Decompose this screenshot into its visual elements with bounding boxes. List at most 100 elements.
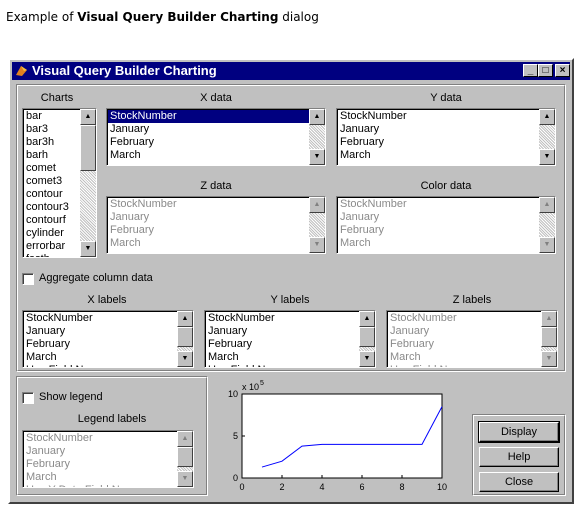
x-labels-list[interactable]: StockNumberJanuaryFebruaryMarchUse Field… [22, 310, 194, 368]
y-labels-list[interactable]: StockNumberJanuaryFebruaryMarchUse Field… [204, 310, 376, 368]
z-labels-label: Z labels [452, 294, 492, 306]
list-item[interactable]: February [108, 136, 309, 149]
scroll-down-arrow-icon: ▼ [177, 471, 193, 487]
y-tick-label: 10 [228, 389, 238, 399]
list-item[interactable]: March [388, 351, 541, 364]
list-item[interactable]: StockNumber [24, 312, 177, 325]
scroll-down-arrow-icon[interactable]: ▼ [539, 149, 555, 165]
aggregate-checkbox[interactable] [22, 273, 34, 285]
title-bar[interactable]: Visual Query Builder Charting _ □ × [12, 62, 570, 80]
x-labels-scrollbar[interactable]: ▲ ▼ [177, 311, 193, 367]
legend-labels-label: Legend labels [77, 413, 147, 425]
scroll-thumb [177, 447, 193, 467]
list-item[interactable]: January [388, 325, 541, 338]
chart-preview: 0 2 4 6 8 100510x 10 5 [228, 380, 447, 492]
legend-labels-list: StockNumberJanuaryFebruaryMarchUse Y Dat… [22, 430, 194, 488]
list-item[interactable]: contour [24, 188, 80, 201]
close-button[interactable]: Close [479, 472, 559, 492]
list-item[interactable]: comet3 [24, 175, 80, 188]
list-item[interactable]: March [24, 351, 177, 364]
show-legend-checkbox[interactable] [22, 392, 34, 404]
list-item[interactable]: StockNumber [338, 198, 539, 211]
list-item[interactable]: February [206, 338, 359, 351]
list-item[interactable]: contour3 [24, 201, 80, 214]
list-item[interactable]: January [24, 325, 177, 338]
scroll-down-arrow-icon[interactable]: ▼ [359, 351, 375, 367]
list-item[interactable]: February [388, 338, 541, 351]
list-item[interactable]: StockNumber [108, 198, 309, 211]
list-item[interactable]: Use Field Names [24, 364, 177, 367]
x-data-list[interactable]: StockNumber January February March ▲ ▼ [106, 108, 326, 166]
charts-list[interactable]: bar bar3 bar3h barh comet comet3 contour contou… [22, 108, 97, 258]
scroll-thumb[interactable] [80, 125, 96, 171]
y-exponent-power: 5 [260, 380, 264, 387]
z-data-label: Z data [200, 180, 232, 192]
scroll-up-arrow-icon[interactable]: ▲ [539, 109, 555, 125]
list-item[interactable]: March [206, 351, 359, 364]
y-labels-label: Y labels [270, 294, 310, 306]
scroll-up-arrow-icon[interactable]: ▲ [80, 109, 96, 125]
caption-bold: Visual Query Builder Charting [77, 10, 279, 24]
list-item[interactable]: February [24, 338, 177, 351]
list-item[interactable]: February [338, 224, 539, 237]
list-item[interactable]: StockNumber [206, 312, 359, 325]
list-item[interactable]: StockNumber [24, 432, 177, 445]
list-item[interactable]: March [338, 237, 539, 250]
list-item[interactable]: cylinder [24, 227, 80, 240]
list-item[interactable]: January [338, 211, 539, 224]
scroll-down-arrow-icon[interactable]: ▼ [80, 241, 96, 257]
x-tick-label: 2 [279, 482, 284, 492]
scroll-down-arrow-icon: ▼ [541, 351, 557, 367]
list-item[interactable]: February [24, 458, 177, 471]
display-button[interactable]: Display [478, 421, 560, 443]
scroll-thumb[interactable] [359, 327, 375, 347]
y-data-scrollbar[interactable]: ▲ ▼ [539, 109, 555, 165]
list-item[interactable]: January [206, 325, 359, 338]
y-exponent-label: x 10 [242, 382, 259, 392]
list-item[interactable]: errorbar [24, 240, 80, 253]
list-item[interactable]: contourf [24, 214, 80, 227]
scroll-down-arrow-icon[interactable]: ▼ [177, 351, 193, 367]
list-item[interactable]: March [338, 149, 539, 162]
close-window-button[interactable]: × [555, 64, 570, 77]
list-item[interactable]: January [24, 445, 177, 458]
list-item[interactable]: Use Y Data Field Names [24, 484, 177, 487]
list-item[interactable]: bar3h [24, 136, 80, 149]
list-item[interactable]: March [108, 237, 309, 250]
list-item[interactable]: StockNumber [388, 312, 541, 325]
list-item[interactable]: February [108, 224, 309, 237]
list-item[interactable]: bar3 [24, 123, 80, 136]
list-item[interactable]: fastb [24, 253, 80, 257]
list-item[interactable]: bar [24, 110, 80, 123]
list-item[interactable]: January [108, 211, 309, 224]
scroll-thumb[interactable] [177, 327, 193, 347]
list-item[interactable]: StockNumber [108, 110, 309, 123]
x-labels-label: X labels [87, 294, 127, 306]
y-data-list[interactable]: StockNumber January February March ▲ ▼ [336, 108, 556, 166]
scroll-down-arrow-icon: ▼ [309, 237, 325, 253]
y-data-label: Y data [430, 92, 462, 104]
scroll-up-arrow-icon[interactable]: ▲ [359, 311, 375, 327]
z-data-scrollbar: ▲ ▼ [309, 197, 325, 253]
list-item[interactable]: January [108, 123, 309, 136]
list-item[interactable]: barh [24, 149, 80, 162]
help-button[interactable]: Help [479, 447, 559, 467]
list-item[interactable]: March [24, 471, 177, 484]
charts-scrollbar[interactable]: ▲ ▼ [80, 109, 96, 257]
scroll-up-arrow-icon[interactable]: ▲ [177, 311, 193, 327]
list-item[interactable]: comet [24, 162, 80, 175]
list-item[interactable]: Use Field Names [388, 364, 541, 367]
scroll-up-arrow-icon[interactable]: ▲ [309, 109, 325, 125]
minimize-button[interactable]: _ [523, 64, 538, 77]
scroll-down-arrow-icon[interactable]: ▼ [309, 149, 325, 165]
list-item[interactable]: StockNumber [338, 110, 539, 123]
list-item[interactable]: February [338, 136, 539, 149]
x-data-label: X data [200, 92, 232, 104]
z-labels-list: StockNumberJanuaryFebruaryMarchUse Field… [386, 310, 558, 368]
maximize-button[interactable]: □ [538, 64, 553, 77]
x-data-scrollbar[interactable]: ▲ ▼ [309, 109, 325, 165]
list-item[interactable]: January [338, 123, 539, 136]
list-item[interactable]: March [108, 149, 309, 162]
list-item[interactable]: Use Field Names [206, 364, 359, 367]
y-labels-scrollbar[interactable]: ▲ ▼ [359, 311, 375, 367]
